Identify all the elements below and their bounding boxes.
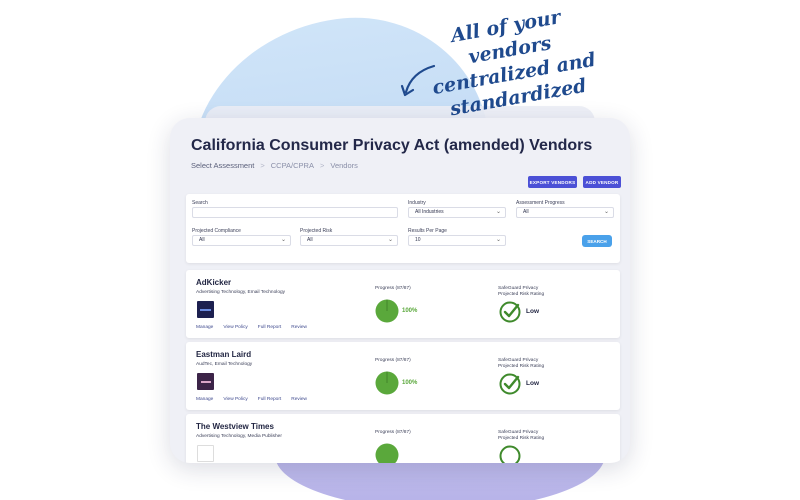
chevron-down-icon: ⌄ (495, 209, 501, 215)
filter-panel: Search Industry All Industries ⌄ Assessm… (186, 194, 620, 263)
chevron-down-icon: ⌄ (603, 209, 609, 215)
breadcrumb-ccpa[interactable]: CCPA/CPRA (271, 161, 314, 170)
assessment-progress-label: Assessment Progress (516, 200, 565, 206)
review-link[interactable]: Review (291, 397, 307, 402)
full-report-link[interactable]: Full Report (258, 325, 281, 330)
app-window: California Consumer Privacy Act (amended… (170, 118, 630, 463)
progress-pie-icon (375, 299, 399, 323)
export-vendors-button[interactable]: EXPORT VENDORS (528, 176, 577, 188)
projected-compliance-value: All (199, 237, 205, 243)
vendor-category: Advertising Technology, Email Technology (196, 290, 286, 295)
risk-rating-label: SafeGuard Privacy Projected Risk Rating (498, 430, 544, 442)
search-label: Search (192, 200, 208, 206)
projected-risk-select[interactable]: All ⌄ (300, 235, 398, 246)
view-policy-link[interactable]: View Policy (223, 325, 247, 330)
vendor-category: AudTec, Email Technology (196, 362, 253, 367)
projected-compliance-select[interactable]: All ⌄ (192, 235, 291, 246)
risk-value: Low (526, 308, 539, 315)
vendor-links: Manage View Policy Full Report Review (196, 397, 307, 402)
check-circle-icon (499, 301, 521, 323)
assessment-progress-value: All (523, 209, 529, 215)
vendor-category: Advertising Technology, Media Publisher (196, 434, 282, 439)
progress-pie-icon (375, 443, 399, 463)
full-report-link[interactable]: Full Report (258, 397, 281, 402)
vendor-links: Manage View Policy Full Report Review (196, 325, 307, 330)
breadcrumb-separator-icon: > (319, 161, 325, 170)
manage-link[interactable]: Manage (196, 325, 213, 330)
assessment-progress-select[interactable]: All ⌄ (516, 207, 614, 218)
vendor-logo (197, 301, 214, 318)
search-button[interactable]: SEARCH (582, 235, 612, 247)
risk-rating-label-line: Projected Risk Rating (498, 292, 545, 297)
manage-link[interactable]: Manage (196, 397, 213, 402)
industry-value: All Industries (415, 209, 444, 215)
risk-rating-label-line: Projected Risk Rating (498, 364, 545, 369)
vendor-card: The Westview Times Advertising Technolog… (186, 414, 620, 463)
vendor-card: Eastman Laird AudTec, Email Technology M… (186, 342, 620, 410)
curved-arrow-icon (400, 64, 436, 97)
risk-value: Low (526, 380, 539, 387)
search-input[interactable] (192, 207, 398, 218)
chevron-down-icon: ⌄ (387, 237, 393, 243)
review-link[interactable]: Review (291, 325, 307, 330)
industry-select[interactable]: All Industries ⌄ (408, 207, 506, 218)
breadcrumb: Select Assessment > CCPA/CPRA > Vendors (191, 161, 358, 170)
vendor-name[interactable]: Eastman Laird (196, 350, 251, 359)
results-per-page-value: 10 (415, 237, 421, 243)
chevron-down-icon: ⌄ (495, 237, 501, 243)
vendor-logo (197, 445, 214, 462)
progress-value: 100% (402, 308, 418, 314)
breadcrumb-separator-icon: > (260, 161, 265, 170)
progress-pie-icon (375, 371, 399, 395)
progress-label: Progress (87/87) (375, 430, 411, 435)
check-circle-icon (499, 445, 521, 463)
view-policy-link[interactable]: View Policy (223, 397, 247, 402)
risk-rating-label-line: Projected Risk Rating (498, 436, 545, 441)
vendor-name[interactable]: The Westview Times (196, 422, 274, 431)
progress-value: 100% (402, 380, 418, 386)
progress-label: Progress (87/87) (375, 358, 411, 363)
page-title: California Consumer Privacy Act (amended… (191, 137, 593, 154)
risk-rating-label: SafeGuard Privacy Projected Risk Rating (498, 286, 544, 298)
projected-risk-label: Projected Risk (300, 228, 333, 234)
industry-label: Industry (408, 200, 426, 206)
results-per-page-select[interactable]: 10 ⌄ (408, 235, 506, 246)
chevron-down-icon: ⌄ (280, 237, 286, 243)
vendor-logo (197, 373, 214, 390)
add-vendor-button[interactable]: ADD VENDOR (583, 176, 621, 188)
progress-label: Progress (87/87) (375, 286, 411, 291)
results-per-page-label: Results Per Page (408, 228, 447, 234)
vendor-card: AdKicker Advertising Technology, Email T… (186, 270, 620, 338)
check-circle-icon (499, 373, 521, 395)
projected-risk-value: All (307, 237, 313, 243)
breadcrumb-select-assessment[interactable]: Select Assessment (191, 161, 254, 170)
projected-compliance-label: Projected Compliance (192, 228, 241, 234)
vendor-name[interactable]: AdKicker (196, 278, 231, 287)
breadcrumb-vendors: Vendors (330, 161, 358, 170)
risk-rating-label: SafeGuard Privacy Projected Risk Rating (498, 358, 544, 370)
